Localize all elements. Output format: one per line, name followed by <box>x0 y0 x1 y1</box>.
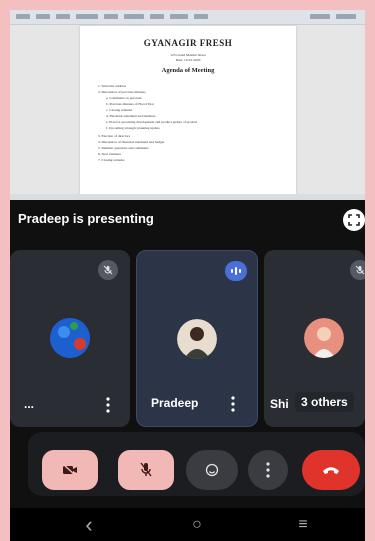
mic-toggle-button[interactable] <box>118 450 174 490</box>
mute-badge <box>350 260 365 280</box>
agenda-item: 6. New business <box>98 152 121 156</box>
document-title: GYANAGIR FRESH <box>143 38 233 48</box>
tile-menu-button[interactable] <box>106 397 110 413</box>
home-button[interactable]: ○ <box>182 514 212 536</box>
participant-tile[interactable]: ... <box>10 250 130 427</box>
presenting-title: Pradeep is presenting <box>18 211 154 226</box>
participant-tile-active[interactable]: Pradeep <box>136 250 258 427</box>
audio-wave-icon <box>231 267 241 275</box>
call-controls <box>28 432 365 496</box>
agenda-item: a. Comments on previous <box>106 96 142 100</box>
agenda-item: 1. Welcome address <box>98 84 126 88</box>
fullscreen-icon <box>348 214 360 226</box>
agenda-item: 7. Closing remarks <box>98 158 125 162</box>
more-vert-icon <box>231 396 235 412</box>
mic-off-icon <box>355 265 365 275</box>
document-subtitle: Date: 10-01-2020 <box>175 58 201 62</box>
agenda-item: f. Upcoming strategic planning update <box>106 126 160 130</box>
speaking-badge <box>225 261 247 281</box>
shared-screen[interactable]: GYANAGIR FRESH 123 Grand Maidan Street D… <box>10 10 365 200</box>
end-call-button[interactable] <box>302 450 360 490</box>
agenda-item: 5. Member questions and comments <box>98 146 149 150</box>
more-vert-icon <box>266 462 270 478</box>
avatar <box>304 318 344 358</box>
agenda-item: b. Previous minutes of Fiscal Year <box>106 102 154 106</box>
agenda-item: 4. Discussion of financial statement and… <box>98 140 165 144</box>
tile-menu-button[interactable] <box>231 396 235 412</box>
emoji-icon <box>205 463 219 477</box>
avatar <box>177 319 217 359</box>
agenda-item: c. Closing remarks <box>106 108 133 112</box>
participant-name: Shi <box>270 397 289 411</box>
agenda-item: 3. Election of directors <box>98 134 131 138</box>
more-vert-icon <box>106 397 110 413</box>
camera-toggle-button[interactable] <box>42 450 98 490</box>
reactions-button[interactable] <box>186 450 238 490</box>
back-button[interactable]: ‹ <box>74 512 104 537</box>
mic-off-icon <box>140 462 152 477</box>
mute-badge <box>98 260 118 280</box>
doc-toolbar <box>10 10 365 25</box>
call-end-icon <box>323 467 339 474</box>
agenda-item: e. Plan for upcoming development and pro… <box>106 120 198 124</box>
others-count[interactable]: 3 others <box>295 392 354 412</box>
doc-statusbar <box>10 194 365 200</box>
system-navbar: ‹ ○ ≡ <box>10 508 365 541</box>
avatar <box>50 318 90 358</box>
recents-button[interactable]: ≡ <box>288 514 318 536</box>
fullscreen-button[interactable] <box>343 209 365 231</box>
agenda-item: 2. Discussion of previous minutes <box>98 90 146 94</box>
document-page: GYANAGIR FRESH 123 Grand Maidan Street D… <box>80 26 296 198</box>
meeting-screen: GYANAGIR FRESH 123 Grand Maidan Street D… <box>10 10 365 541</box>
document-heading: Agenda of Meeting <box>161 67 215 74</box>
agenda-item: d. Financial statement and business <box>106 114 156 118</box>
camera-off-icon <box>62 463 77 477</box>
document-subtitle: 123 Grand Maidan Street <box>170 53 206 57</box>
participant-name: ... <box>24 397 35 411</box>
participant-name: Pradeep <box>151 396 199 410</box>
more-options-button[interactable] <box>248 450 288 490</box>
mic-off-icon <box>103 265 113 275</box>
